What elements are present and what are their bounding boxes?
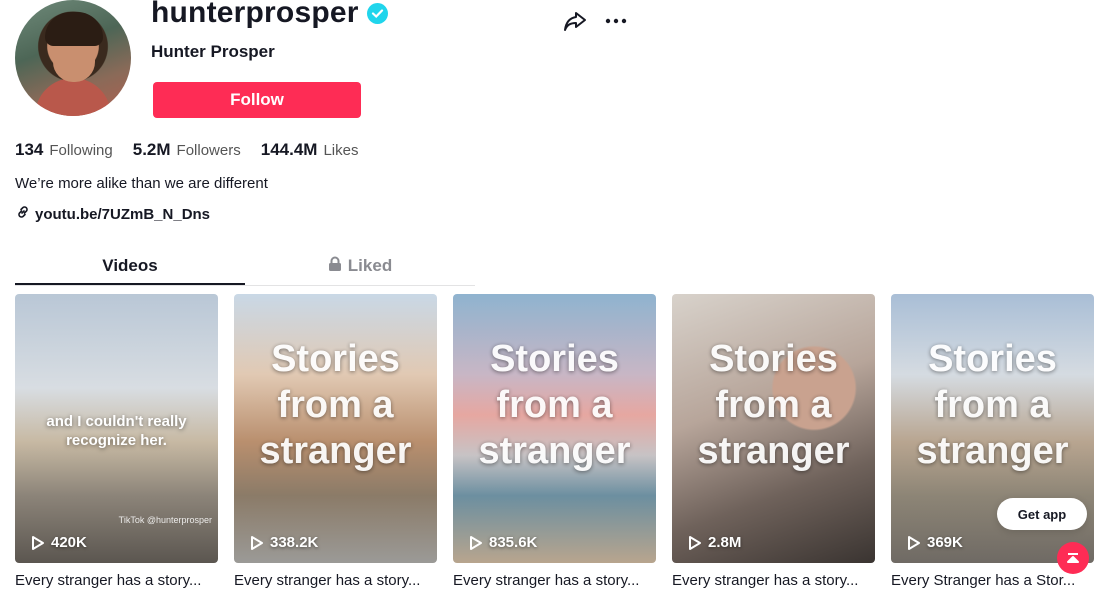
- play-icon: [689, 535, 701, 550]
- video-views: 338.2K: [250, 534, 318, 551]
- follow-button[interactable]: Follow: [153, 82, 361, 118]
- video-card[interactable]: and I couldn't really recognize her. Tik…: [15, 294, 218, 589]
- stat-value: 144.4M: [260, 140, 318, 159]
- link-icon: [15, 204, 31, 224]
- get-app-button[interactable]: Get app: [997, 498, 1087, 530]
- video-thumbnail[interactable]: and I couldn't really recognize her. Tik…: [15, 294, 218, 563]
- stat-value: 134: [15, 140, 44, 159]
- stat-label: Followers: [176, 142, 241, 159]
- avatar-hair: [45, 12, 103, 46]
- video-card[interactable]: Stories from a stranger 338.2K Every str…: [234, 294, 437, 589]
- lock-icon: [328, 256, 342, 285]
- stat-label: Likes: [323, 142, 359, 159]
- video-thumbnail[interactable]: Stories from a stranger 2.8M: [672, 294, 875, 563]
- share-icon[interactable]: [562, 8, 588, 34]
- stat-value: 5.2M: [132, 140, 171, 159]
- play-icon: [908, 535, 920, 550]
- video-caption[interactable]: Every stranger has a story...: [234, 572, 437, 589]
- video-views: 835.6K: [469, 534, 537, 551]
- profile-tabs: Videos Liked: [15, 252, 475, 286]
- video-caption[interactable]: Every stranger has a story...: [672, 572, 875, 589]
- video-overlay-text: Stories from a stranger: [916, 338, 1069, 472]
- profile-avatar: [15, 0, 131, 116]
- profile-username-row: hunterprosper: [151, 0, 388, 30]
- view-count: 2.8M: [708, 534, 742, 551]
- profile-username: hunterprosper: [151, 0, 359, 29]
- profile-bio: We’re more alike than we are different: [15, 175, 268, 192]
- play-icon: [251, 535, 263, 550]
- stat-followers[interactable]: 5.2M Followers: [133, 140, 241, 160]
- view-count: 420K: [51, 534, 87, 551]
- stat-following[interactable]: 134 Following: [15, 140, 113, 160]
- video-caption[interactable]: Every stranger has a story...: [453, 572, 656, 589]
- tab-label: Liked: [347, 256, 393, 275]
- view-count: 369K: [927, 534, 963, 551]
- video-caption[interactable]: Every stranger has a story...: [15, 572, 218, 589]
- video-grid: and I couldn't really recognize her. Tik…: [15, 294, 1094, 589]
- video-views: 369K: [907, 534, 963, 551]
- play-icon: [32, 535, 44, 550]
- video-card[interactable]: Stories from a stranger 835.6K Every str…: [453, 294, 656, 589]
- video-overlay-text: and I couldn't really recognize her.: [46, 413, 187, 449]
- profile-nickname: Hunter Prosper: [151, 42, 275, 61]
- tab-liked[interactable]: Liked: [245, 252, 475, 285]
- profile-link[interactable]: youtu.be/7UZmB_N_Dns: [15, 204, 210, 224]
- more-options-icon[interactable]: [603, 8, 629, 34]
- video-thumbnail[interactable]: Stories from a stranger 338.2K: [234, 294, 437, 563]
- tab-label: Videos: [102, 256, 158, 275]
- video-caption[interactable]: Every Stranger has a Stor...: [891, 572, 1094, 589]
- video-overlay-text: Stories from a stranger: [478, 338, 631, 472]
- scroll-to-top-button[interactable]: [1057, 542, 1089, 574]
- video-overlay-text: Stories from a stranger: [259, 338, 412, 472]
- play-icon: [470, 535, 482, 550]
- view-count: 835.6K: [489, 534, 538, 551]
- video-views: 2.8M: [688, 534, 741, 551]
- stat-label: Following: [49, 142, 113, 159]
- profile-stats: 134 Following 5.2M Followers 144.4M Like…: [15, 140, 358, 160]
- profile-link-text[interactable]: youtu.be/7UZmB_N_Dns: [35, 206, 210, 223]
- avatar-shirt: [35, 78, 111, 116]
- video-views: 420K: [31, 534, 87, 551]
- video-watermark: TikTok @hunterprosper: [118, 515, 212, 525]
- tab-videos[interactable]: Videos: [15, 252, 245, 285]
- video-overlay-text: Stories from a stranger: [697, 338, 850, 472]
- video-thumbnail[interactable]: Stories from a stranger 835.6K: [453, 294, 656, 563]
- verified-badge-icon: [366, 2, 388, 24]
- view-count: 338.2K: [270, 534, 319, 551]
- stat-likes: 144.4M Likes: [261, 140, 359, 160]
- video-card[interactable]: Stories from a stranger 2.8M Every stran…: [672, 294, 875, 589]
- arrow-up-icon: [1067, 553, 1079, 563]
